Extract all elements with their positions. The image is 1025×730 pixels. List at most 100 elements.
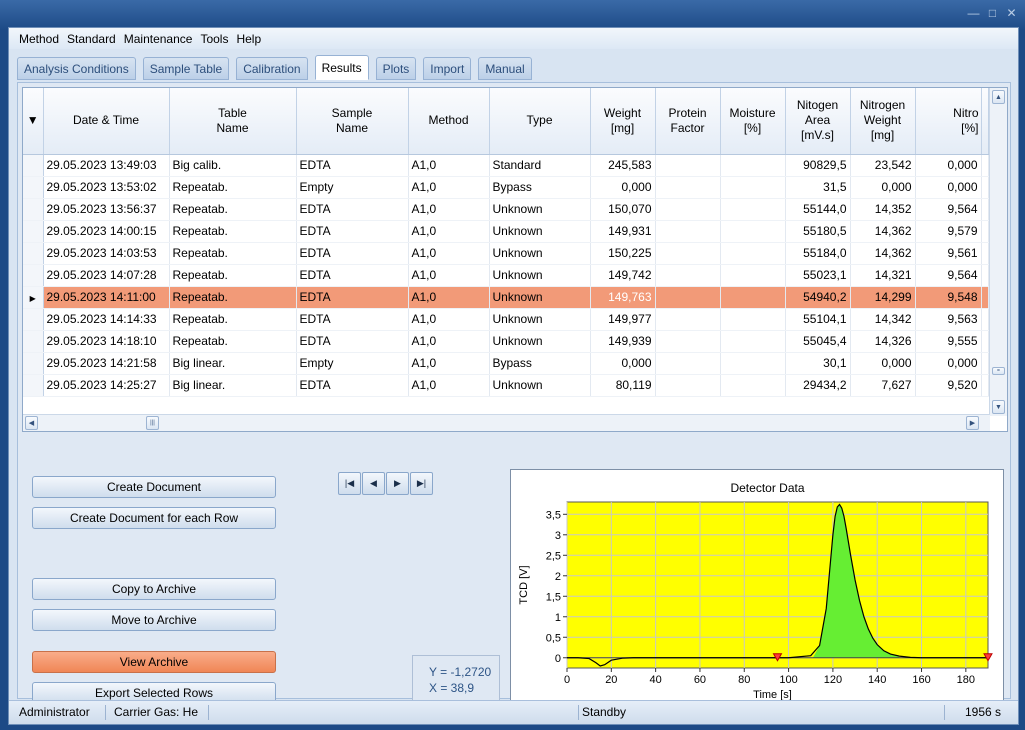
cell-date-time[interactable]: 29.05.2023 14:14:33	[43, 308, 170, 331]
row-indicator[interactable]	[23, 374, 44, 397]
cell-nitrogen-area[interactable]: 54940,2	[785, 286, 851, 309]
cell-weight[interactable]: 245,583	[590, 154, 656, 177]
row-indicator[interactable]	[23, 198, 44, 221]
cell-protein-factor[interactable]	[655, 308, 721, 331]
cell-weight[interactable]: 149,742	[590, 264, 656, 287]
column-header-nitrogen-percent[interactable]: Nitro [%]	[915, 88, 982, 155]
cell-table-name[interactable]: Repeatab.	[169, 308, 297, 331]
cell-nitrogen-weight[interactable]: 14,342	[850, 308, 916, 331]
menu-maintenance[interactable]: Maintenance	[120, 32, 197, 46]
next-record-icon[interactable]: ▶	[386, 472, 409, 495]
column-header-table-name[interactable]: Table Name	[169, 88, 297, 155]
cell-protein-factor[interactable]	[655, 264, 721, 287]
cell-nitrogen-area[interactable]: 55180,5	[785, 220, 851, 243]
cell-nitrogen-percent[interactable]: 9,564	[915, 264, 982, 287]
create-document-button[interactable]: Create Document	[32, 476, 276, 498]
cell-date-time[interactable]: 29.05.2023 14:07:28	[43, 264, 170, 287]
cell-sample-name[interactable]: EDTA	[296, 264, 409, 287]
cell-moisture[interactable]	[720, 330, 786, 353]
copy-to-archive-button[interactable]: Copy to Archive	[32, 578, 276, 600]
cell-sample-name[interactable]: EDTA	[296, 286, 409, 309]
column-header-type[interactable]: Type	[489, 88, 591, 155]
cell-type[interactable]: Unknown	[489, 198, 591, 221]
column-header-method[interactable]: Method	[408, 88, 490, 155]
tab-analysis-conditions[interactable]: Analysis Conditions	[17, 57, 136, 80]
cell-table-name[interactable]: Repeatab.	[169, 264, 297, 287]
cell-type[interactable]: Unknown	[489, 264, 591, 287]
cell-table-name[interactable]: Big linear.	[169, 352, 297, 375]
cell-nitrogen-weight[interactable]: 0,000	[850, 352, 916, 375]
cell-type[interactable]: Bypass	[489, 176, 591, 199]
cell-type[interactable]: Unknown	[489, 242, 591, 265]
column-header-nitrogen-weight[interactable]: Nitrogen Weight [mg]	[850, 88, 916, 155]
cell-date-time[interactable]: 29.05.2023 13:49:03	[43, 154, 170, 177]
cell-nitrogen-weight[interactable]: 0,000	[850, 176, 916, 199]
cell-moisture[interactable]	[720, 374, 786, 397]
cell-method[interactable]: A1,0	[408, 308, 490, 331]
cell-table-name[interactable]: Repeatab.	[169, 220, 297, 243]
first-record-icon[interactable]: |◀	[338, 472, 361, 495]
scroll-right-icon[interactable]: ▶	[966, 416, 979, 430]
close-icon[interactable]: ✕	[1004, 6, 1019, 19]
cell-sample-name[interactable]: EDTA	[296, 308, 409, 331]
cell-weight[interactable]: 0,000	[590, 352, 656, 375]
table-row[interactable]: 29.05.2023 14:03:53 Repeatab. EDTA A1,0 Unkn…	[23, 242, 989, 265]
menu-help[interactable]: Help	[232, 32, 265, 46]
scroll-up-icon[interactable]: ▲	[992, 90, 1005, 104]
table-row[interactable]: 29.05.2023 14:00:15 Repeatab. EDTA A1,0 Unkn…	[23, 220, 989, 243]
cell-nitrogen-percent[interactable]: 9,548	[915, 286, 982, 309]
tab-calibration[interactable]: Calibration	[236, 57, 308, 80]
detector-chart[interactable]: Detector Data 0 20 40 60 80 100 120 140 160 180 0 0,…	[510, 469, 1004, 719]
cell-moisture[interactable]	[720, 198, 786, 221]
column-header-nitrogen-area[interactable]: Nitogen Area [mV.s]	[785, 88, 851, 155]
cell-method[interactable]: A1,0	[408, 352, 490, 375]
vertical-scrollbar[interactable]: ▲ = ▼	[989, 88, 1007, 416]
cell-moisture[interactable]	[720, 176, 786, 199]
table-row[interactable]: 29.05.2023 13:56:37 Repeatab. EDTA A1,0 Unkn…	[23, 198, 989, 221]
cell-sample-name[interactable]: EDTA	[296, 242, 409, 265]
cell-nitrogen-percent[interactable]: 9,555	[915, 330, 982, 353]
cell-nitrogen-area[interactable]: 30,1	[785, 352, 851, 375]
cell-nitrogen-area[interactable]: 55144,0	[785, 198, 851, 221]
cell-method[interactable]: A1,0	[408, 374, 490, 397]
cell-moisture[interactable]	[720, 264, 786, 287]
cell-protein-factor[interactable]	[655, 198, 721, 221]
cell-protein-factor[interactable]	[655, 330, 721, 353]
table-row[interactable]: 29.05.2023 14:14:33 Repeatab. EDTA A1,0 Unkn…	[23, 308, 989, 331]
cell-nitrogen-percent[interactable]: 0,000	[915, 176, 982, 199]
cell-protein-factor[interactable]	[655, 176, 721, 199]
cell-weight[interactable]: 149,939	[590, 330, 656, 353]
cell-moisture[interactable]	[720, 308, 786, 331]
cell-nitrogen-percent[interactable]: 9,561	[915, 242, 982, 265]
cell-date-time[interactable]: 29.05.2023 14:00:15	[43, 220, 170, 243]
results-grid[interactable]: ▼ Date & Time Table Name Sample Name Method Ty…	[22, 87, 1008, 432]
cell-method[interactable]: A1,0	[408, 286, 490, 309]
tab-sample-table[interactable]: Sample Table	[142, 57, 230, 80]
cell-date-time[interactable]: 29.05.2023 14:25:27	[43, 374, 170, 397]
cell-weight[interactable]: 150,225	[590, 242, 656, 265]
cell-moisture[interactable]	[720, 352, 786, 375]
tab-manual[interactable]: Manual	[478, 57, 532, 80]
cell-method[interactable]: A1,0	[408, 198, 490, 221]
cell-nitrogen-weight[interactable]: 14,352	[850, 198, 916, 221]
cell-moisture[interactable]	[720, 220, 786, 243]
cell-date-time[interactable]: 29.05.2023 14:18:10	[43, 330, 170, 353]
cell-sample-name[interactable]: EDTA	[296, 198, 409, 221]
row-indicator[interactable]	[23, 176, 44, 199]
prev-record-icon[interactable]: ◀	[362, 472, 385, 495]
last-record-icon[interactable]: ▶|	[410, 472, 433, 495]
cell-nitrogen-weight[interactable]: 14,299	[850, 286, 916, 309]
cell-method[interactable]: A1,0	[408, 330, 490, 353]
cell-weight[interactable]: 80,119	[590, 374, 656, 397]
cell-nitrogen-area[interactable]: 90829,5	[785, 154, 851, 177]
cell-protein-factor[interactable]	[655, 242, 721, 265]
maximize-icon[interactable]: □	[985, 6, 1000, 19]
cell-nitrogen-percent[interactable]: 0,000	[915, 154, 982, 177]
cell-sample-name[interactable]: Empty	[296, 176, 409, 199]
row-indicator[interactable]	[23, 264, 44, 287]
cell-date-time[interactable]: 29.05.2023 13:53:02	[43, 176, 170, 199]
cell-table-name[interactable]: Big linear.	[169, 374, 297, 397]
tab-results[interactable]: Results	[314, 55, 369, 80]
cell-nitrogen-area[interactable]: 55104,1	[785, 308, 851, 331]
table-row[interactable]: 29.05.2023 14:21:58 Big linear. Empty A1,0 B…	[23, 352, 989, 375]
